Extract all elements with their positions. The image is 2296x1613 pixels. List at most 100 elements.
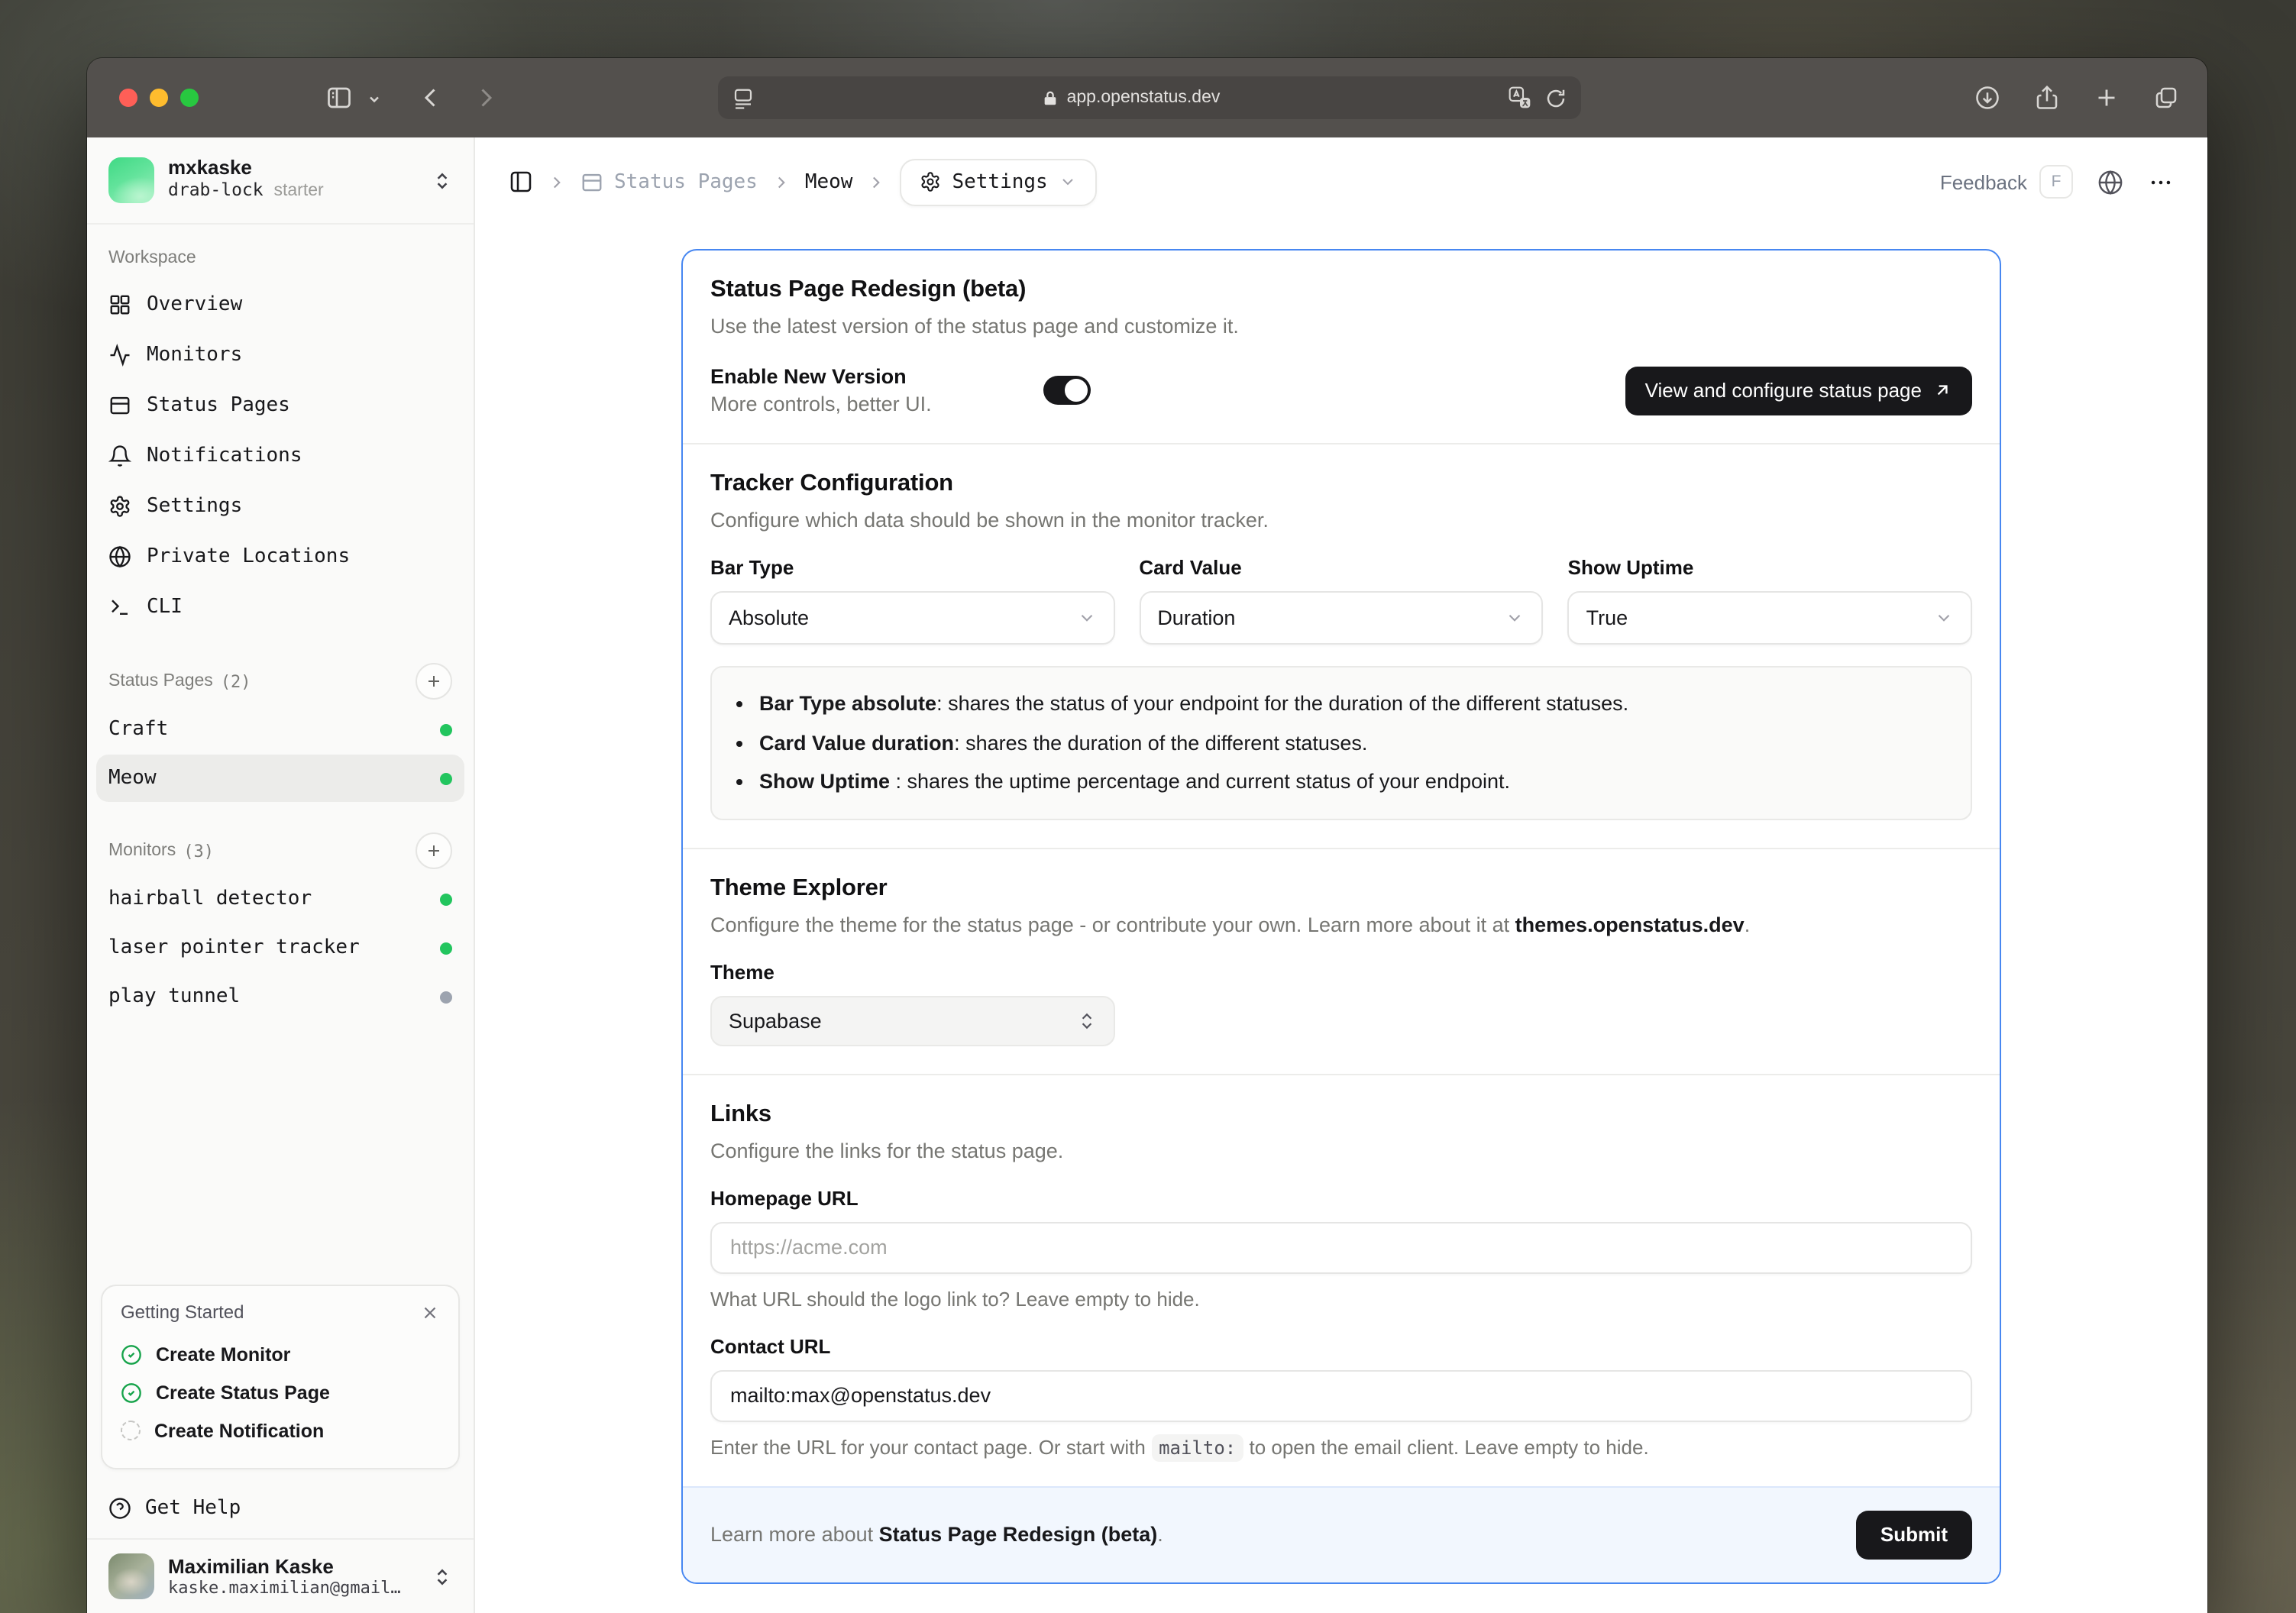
reader-icon[interactable]: [732, 86, 755, 109]
breadcrumb-meow[interactable]: Meow: [805, 170, 853, 193]
forward-button[interactable]: [472, 84, 500, 112]
new-tab-icon[interactable]: [2093, 84, 2120, 112]
minimize-window-button[interactable]: [150, 89, 168, 107]
chevron-right-icon: [866, 172, 886, 192]
add-status-page-button[interactable]: [416, 663, 452, 700]
bar-type-label: Bar Type: [710, 556, 794, 579]
share-icon[interactable]: [2033, 84, 2061, 112]
add-monitor-button[interactable]: [416, 832, 452, 869]
sidebar-chevron-down-icon[interactable]: [367, 92, 382, 107]
status-page-item-craft[interactable]: Craft: [96, 706, 464, 753]
status-pages-section-label: Status Pages: [108, 672, 213, 690]
sidebar-item-overview[interactable]: Overview: [108, 280, 452, 330]
panel-left-icon[interactable]: [509, 170, 533, 194]
chevron-down-icon: [1076, 608, 1096, 628]
monitor-item-hairball-detector[interactable]: hairball detector: [96, 875, 464, 923]
getting-started-create-monitor[interactable]: Create Monitor: [121, 1335, 440, 1373]
status-pages-count: (2): [220, 671, 251, 691]
globe-icon: [108, 545, 131, 568]
enable-new-version-toggle[interactable]: [1043, 376, 1091, 405]
browser-titlebar: app.openstatus.dev: [87, 58, 2207, 137]
user-menu[interactable]: Maximilian Kaske kaske.maximilian@gmail…: [87, 1538, 474, 1613]
globe-icon[interactable]: [2097, 169, 2123, 195]
show-uptime-select[interactable]: True: [1567, 591, 1972, 645]
close-icon[interactable]: [420, 1302, 440, 1322]
section-description: Configure which data should be shown in …: [710, 509, 1269, 532]
status-page-settings-card: Status Page Redesign (beta) Use the late…: [681, 249, 2001, 1584]
sidebar-item-status-pages[interactable]: Status Pages: [108, 380, 452, 431]
translate-icon[interactable]: [1508, 86, 1532, 110]
monitor-item-play-tunnel[interactable]: play tunnel: [96, 973, 464, 1020]
tracker-notes: Bar Type absolute: shares the status of …: [710, 666, 1972, 820]
theme-label: Theme: [710, 960, 774, 984]
workspace-section-label: Workspace: [108, 249, 196, 267]
getting-started-create-notification[interactable]: Create Notification: [121, 1411, 440, 1450]
address-bar[interactable]: app.openstatus.dev: [718, 76, 1581, 119]
breadcrumb-status-pages[interactable]: Status Pages: [580, 170, 758, 193]
check-circle-icon: [121, 1343, 142, 1365]
panel-top-icon: [582, 173, 602, 191]
app-header: Status Pages Meow Settings Feedback F: [475, 137, 2207, 226]
chevrons-up-down-icon: [1077, 1011, 1097, 1031]
status-page-item-meow[interactable]: Meow: [96, 755, 464, 802]
browser-window: app.openstatus.dev mxkaske drab-lock sta…: [87, 58, 2207, 1613]
footer-note: Learn more about Status Page Redesign (b…: [710, 1523, 1163, 1547]
back-button[interactable]: [417, 84, 445, 112]
note-show-uptime: Show Uptime : shares the uptime percenta…: [759, 763, 1949, 802]
section-description: Configure the theme for the status page …: [710, 913, 1751, 936]
section-links: Links Configure the links for the status…: [683, 1073, 2000, 1486]
sidebar-item-cli[interactable]: CLI: [108, 582, 452, 632]
activity-icon: [108, 344, 131, 367]
enable-new-version-sublabel: More controls, better UI.: [710, 393, 932, 415]
bar-type-select[interactable]: Absolute: [710, 591, 1115, 645]
bell-icon: [108, 444, 131, 467]
feedback-button[interactable]: Feedback F: [1940, 165, 2073, 199]
workspace-switcher[interactable]: mxkaske drab-lock starter: [87, 137, 474, 225]
close-window-button[interactable]: [119, 89, 137, 107]
more-options-icon[interactable]: [2148, 169, 2174, 195]
sidebar: mxkaske drab-lock starter Workspace Over…: [87, 137, 475, 1613]
sidebar-item-private-locations[interactable]: Private Locations: [108, 532, 452, 582]
monitor-item-laser-pointer-tracker[interactable]: laser pointer tracker: [96, 924, 464, 971]
status-dot-up: [440, 772, 452, 784]
section-description: Configure the links for the status page.: [710, 1139, 1064, 1162]
getting-started-title: Getting Started: [121, 1301, 244, 1323]
chevron-down-icon: [1505, 608, 1525, 628]
homepage-url-input[interactable]: [710, 1221, 1972, 1274]
homepage-url-help: What URL should the logo link to? Leave …: [710, 1287, 1200, 1311]
sidebar-item-monitors[interactable]: Monitors: [108, 330, 452, 380]
card-value-label: Card Value: [1139, 556, 1242, 579]
chevron-down-icon: [1062, 179, 1073, 186]
getting-started-create-status-page[interactable]: Create Status Page: [121, 1373, 440, 1411]
terminal-icon: [108, 596, 131, 619]
card-value-select[interactable]: Duration: [1139, 591, 1544, 645]
view-configure-status-page-button[interactable]: View and configure status page: [1625, 366, 1972, 415]
sidebar-item-settings[interactable]: Settings: [108, 481, 452, 532]
contact-url-help: Enter the URL for your contact page. Or …: [710, 1434, 1972, 1462]
status-dot-up: [440, 942, 452, 954]
getting-started-card: Getting Started Create Monitor Create St…: [101, 1285, 460, 1469]
enable-new-version-label: Enable New Version: [710, 365, 907, 388]
theme-select[interactable]: Supabase: [710, 995, 1115, 1046]
chevron-right-icon: [771, 172, 791, 192]
section-description: Use the latest version of the status pag…: [710, 315, 1239, 338]
browser-sidebar-toggle-icon[interactable]: [325, 84, 353, 112]
tab-overview-icon[interactable]: [2152, 84, 2180, 112]
mailto-code-chip: mailto:: [1151, 1434, 1244, 1462]
check-circle-icon: [121, 1382, 142, 1403]
panel-top-icon: [108, 394, 131, 417]
reload-icon[interactable]: [1544, 86, 1567, 109]
section-title: Theme Explorer: [710, 874, 888, 901]
submit-button[interactable]: Submit: [1855, 1510, 1972, 1560]
breadcrumb: Status Pages Meow Settings: [509, 158, 1097, 205]
section-tracker-configuration: Tracker Configuration Configure which da…: [683, 443, 2000, 848]
downloads-icon[interactable]: [1974, 84, 2001, 112]
breadcrumb-settings-dropdown[interactable]: Settings: [900, 158, 1097, 205]
zoom-window-button[interactable]: [180, 89, 199, 107]
contact-url-input[interactable]: [710, 1369, 1972, 1422]
section-redesign: Status Page Redesign (beta) Use the late…: [683, 251, 2000, 443]
dashed-circle-icon: [121, 1421, 141, 1440]
sidebar-item-notifications[interactable]: Notifications: [108, 431, 452, 481]
get-help-button[interactable]: Get Help: [87, 1485, 474, 1538]
chevron-down-icon: [1934, 608, 1954, 628]
